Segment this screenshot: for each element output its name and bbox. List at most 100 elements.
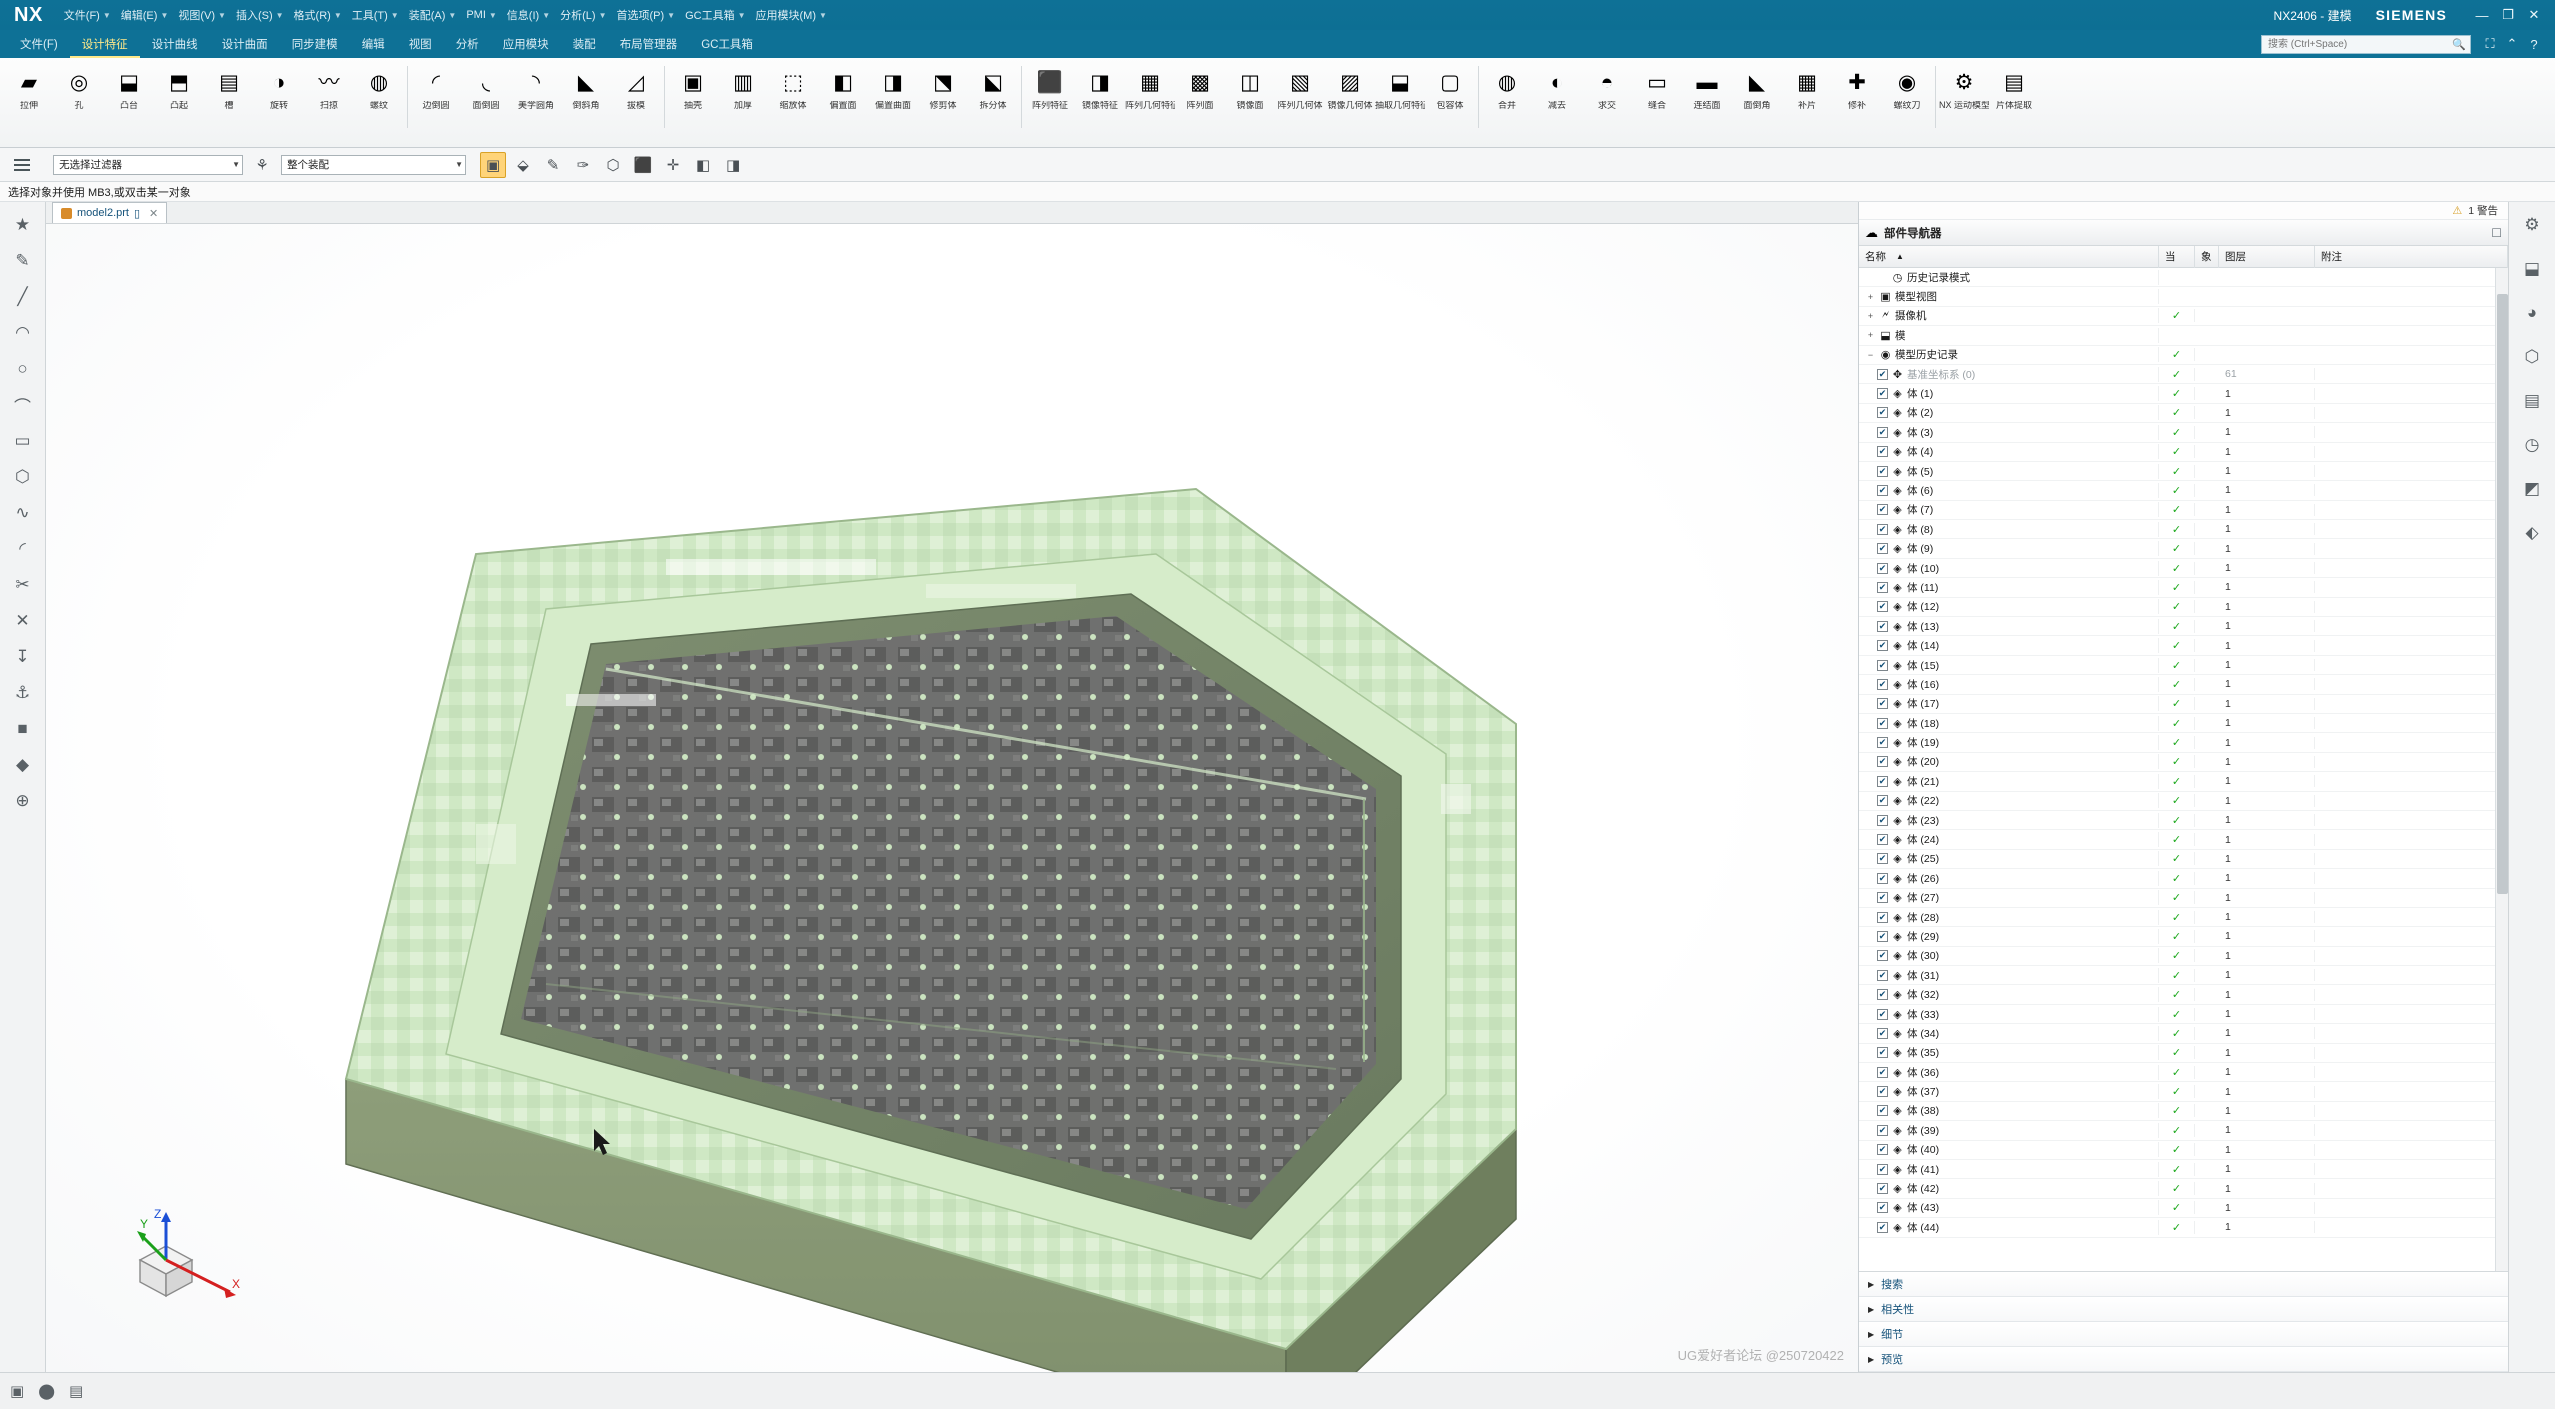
ribbon-command-subtract-icon[interactable]: ◐ 减去 [1532, 62, 1582, 111]
snapshot-icon[interactable]: ▣ [10, 1382, 24, 1400]
tree-row-body-39[interactable]: ✔ ◈ 体 (39) ✓ 1 [1859, 1121, 2495, 1141]
tree-row-body-3[interactable]: ✔ ◈ 体 (3) ✓ 1 [1859, 423, 2495, 443]
tree-row-body-37[interactable]: ✔ ◈ 体 (37) ✓ 1 [1859, 1082, 2495, 1102]
tree-row-body-28[interactable]: ✔ ◈ 体 (28) ✓ 1 [1859, 908, 2495, 928]
ribbon-command-trim-body-icon[interactable]: ⬔ 修剪体 [918, 62, 968, 111]
tree-row-body-35[interactable]: ✔ ◈ 体 (35) ✓ 1 [1859, 1044, 2495, 1064]
tree-row-body-40[interactable]: ✔ ◈ 体 (40) ✓ 1 [1859, 1141, 2495, 1160]
search-input[interactable] [2266, 37, 2453, 51]
expander-icon[interactable]: + [1865, 311, 1876, 321]
rectangle-icon[interactable]: ▭ [6, 424, 40, 458]
menu-item-5[interactable]: 工具(T) ▼ [347, 0, 404, 30]
model-viewport[interactable]: Z X Y UG爱好者论坛 @250720422 [46, 224, 1858, 1372]
ribbon-tab-9[interactable]: 装配 [561, 32, 608, 58]
settings-gear-icon[interactable]: ⚙ [2515, 208, 2549, 242]
row-checkbox[interactable]: ✔ [1877, 834, 1888, 846]
ribbon-tab-3[interactable]: 设计曲面 [210, 32, 280, 58]
shaded-view-icon[interactable]: ◧ [690, 152, 716, 178]
row-checkbox[interactable]: ✔ [1877, 1047, 1888, 1059]
tree-row-body-5[interactable]: ✔ ◈ 体 (5) ✓ 1 [1859, 462, 2495, 482]
row-checkbox[interactable]: ✔ [1877, 562, 1888, 574]
row-checkbox[interactable]: ✔ [1877, 698, 1888, 710]
ribbon-command-aesthetic-blend-icon[interactable]: ◝ 美学圆角 [511, 62, 561, 111]
tree-row-body-9[interactable]: ✔ ◈ 体 (9) ✓ 1 [1859, 539, 2495, 559]
tree-row-body-38[interactable]: ✔ ◈ 体 (38) ✓ 1 [1859, 1102, 2495, 1122]
ribbon-command-draft-icon[interactable]: ◿ 拔模 [611, 62, 661, 111]
spline-icon[interactable]: ∿ [6, 496, 40, 530]
tree-row-body-15[interactable]: ✔ ◈ 体 (15) ✓ 1 [1859, 656, 2495, 676]
tree-row-body-25[interactable]: ✔ ◈ 体 (25) ✓ 1 [1859, 850, 2495, 870]
row-checkbox[interactable]: ✔ [1877, 1163, 1888, 1175]
help-icon[interactable]: ? [2523, 33, 2545, 55]
tree-row-body-43[interactable]: ✔ ◈ 体 (43) ✓ 1 [1859, 1199, 2495, 1219]
ribbon-command-pattern-face-icon[interactable]: ▩ 阵列面 [1175, 62, 1225, 111]
ribbon-command-extract-geometry-icon[interactable]: ⬓ 抽取几何特征 [1375, 62, 1425, 111]
row-checkbox[interactable]: ✔ [1877, 1202, 1888, 1214]
ribbon-command-sew-icon[interactable]: ▭ 缝合 [1632, 62, 1682, 111]
tree-row-body-1[interactable]: ✔ ◈ 体 (1) ✓ 1 [1859, 384, 2495, 404]
ribbon-command-offset-surface-icon[interactable]: ◨ 偏置曲面 [868, 62, 918, 111]
select-component-icon[interactable]: ⬛ [630, 152, 656, 178]
tree-row-body-21[interactable]: ✔ ◈ 体 (21) ✓ 1 [1859, 772, 2495, 792]
row-checkbox[interactable]: ✔ [1877, 465, 1888, 477]
tree-row-body-17[interactable]: ✔ ◈ 体 (17) ✓ 1 [1859, 695, 2495, 714]
row-checkbox[interactable]: ✔ [1877, 620, 1888, 632]
minimize-button[interactable]: — [2469, 2, 2495, 28]
navigator-tree[interactable]: ◷ 历史记录模式 + ▣ 模型视图 + 🗲 摄像机 ✓ + ⬓ 模 − ◉ 模型历史记录 ✓ ✔ ✥ 基准坐标系 (… [1859, 268, 2508, 1271]
column-header-2[interactable]: 象 [2195, 245, 2219, 268]
scope-filter-combo[interactable]: 整个装配 ▼ [281, 154, 467, 175]
navigator-scroll-thumb[interactable] [2497, 294, 2508, 894]
tree-row-body-14[interactable]: ✔ ◈ 体 (14) ✓ 1 [1859, 636, 2495, 656]
row-checkbox[interactable]: ✔ [1877, 930, 1888, 942]
menu-item-9[interactable]: 分析(L) ▼ [555, 0, 611, 30]
row-checkbox[interactable]: ✔ [1877, 1008, 1888, 1020]
tree-row-body-12[interactable]: ✔ ◈ 体 (12) ✓ 1 [1859, 598, 2495, 618]
ribbon-command-join-face-icon[interactable]: ▬ 连结面 [1682, 62, 1732, 111]
menu-item-8[interactable]: 信息(I) ▼ [502, 0, 555, 30]
constraint-icon[interactable]: ⚓ [6, 676, 40, 710]
row-checkbox[interactable]: ✔ [1877, 1124, 1888, 1136]
ribbon-tab-7[interactable]: 分析 [444, 32, 491, 58]
tree-row-body-7[interactable]: ✔ ◈ 体 (7) ✓ 1 [1859, 501, 2495, 521]
ribbon-command-intersect-icon[interactable]: ◓ 求交 [1582, 62, 1632, 111]
menu-item-1[interactable]: 编辑(E) ▼ [116, 0, 174, 30]
row-checkbox[interactable]: ✔ [1877, 892, 1888, 904]
row-checkbox[interactable]: ✔ [1877, 1105, 1888, 1117]
extend-icon[interactable]: ↧ [6, 640, 40, 674]
row-checkbox[interactable]: ✔ [1877, 388, 1888, 400]
tree-row-body-29[interactable]: ✔ ◈ 体 (29) ✓ 1 [1859, 927, 2495, 947]
tree-row-历史记录模式[interactable]: ◷ 历史记录模式 [1859, 268, 2495, 288]
journal-icon[interactable]: ▤ [69, 1382, 83, 1400]
constraint-navigator-icon[interactable]: ⬡ [2515, 340, 2549, 374]
column-header-0[interactable]: 名称 ▲ [1859, 245, 2159, 268]
tree-row-body-4[interactable]: ✔ ◈ 体 (4) ✓ 1 [1859, 443, 2495, 462]
tree-row-body-8[interactable]: ✔ ◈ 体 (8) ✓ 1 [1859, 520, 2495, 540]
fillet-icon[interactable]: ◜ [6, 532, 40, 566]
row-checkbox[interactable]: ✔ [1877, 484, 1888, 496]
ribbon-command-mirror-face-icon[interactable]: ◫ 镜像面 [1225, 62, 1275, 111]
tree-row-body-30[interactable]: ✔ ◈ 体 (30) ✓ 1 [1859, 947, 2495, 967]
select-object-icon[interactable]: ▣ [480, 151, 507, 178]
row-checkbox[interactable]: ✔ [1877, 446, 1888, 458]
tree-row-body-32[interactable]: ✔ ◈ 体 (32) ✓ 1 [1859, 985, 2495, 1005]
tree-row-body-16[interactable]: ✔ ◈ 体 (16) ✓ 1 [1859, 675, 2495, 695]
tree-row-body-22[interactable]: ✔ ◈ 体 (22) ✓ 1 [1859, 792, 2495, 811]
ribbon-command-revolve-icon[interactable]: ◑ 旋转 [254, 62, 304, 111]
ribbon-tab-11[interactable]: GC工具箱 [689, 32, 765, 58]
filter-icon[interactable]: ⚘ [249, 152, 275, 178]
tree-row-body-36[interactable]: ✔ ◈ 体 (36) ✓ 1 [1859, 1063, 2495, 1083]
row-checkbox[interactable]: ✔ [1877, 795, 1888, 807]
restore-button[interactable]: ❐ [2495, 2, 2521, 28]
row-checkbox[interactable]: ✔ [1877, 853, 1888, 865]
ribbon-command-sweep-icon[interactable]: 〰扫掠 [304, 62, 354, 111]
ribbon-tab-0[interactable]: 文件(F) [8, 32, 70, 58]
row-checkbox[interactable]: ✔ [1877, 911, 1888, 923]
ribbon-command-thread-cutter-icon[interactable]: ◉ 螺纹刀 [1882, 62, 1932, 111]
tree-row-模型视图[interactable]: + ▣ 模型视图 [1859, 287, 2495, 307]
ribbon-tab-1[interactable]: 设计特征 [69, 32, 140, 58]
tree-row-body-33[interactable]: ✔ ◈ 体 (33) ✓ 1 [1859, 1005, 2495, 1025]
ribbon-tab-8[interactable]: 应用模块 [491, 32, 561, 58]
ribbon-command-hole-icon[interactable]: ◎ 孔 [54, 62, 104, 111]
row-checkbox[interactable]: ✔ [1877, 601, 1888, 613]
polygon-icon[interactable]: ⬡ [6, 460, 40, 494]
